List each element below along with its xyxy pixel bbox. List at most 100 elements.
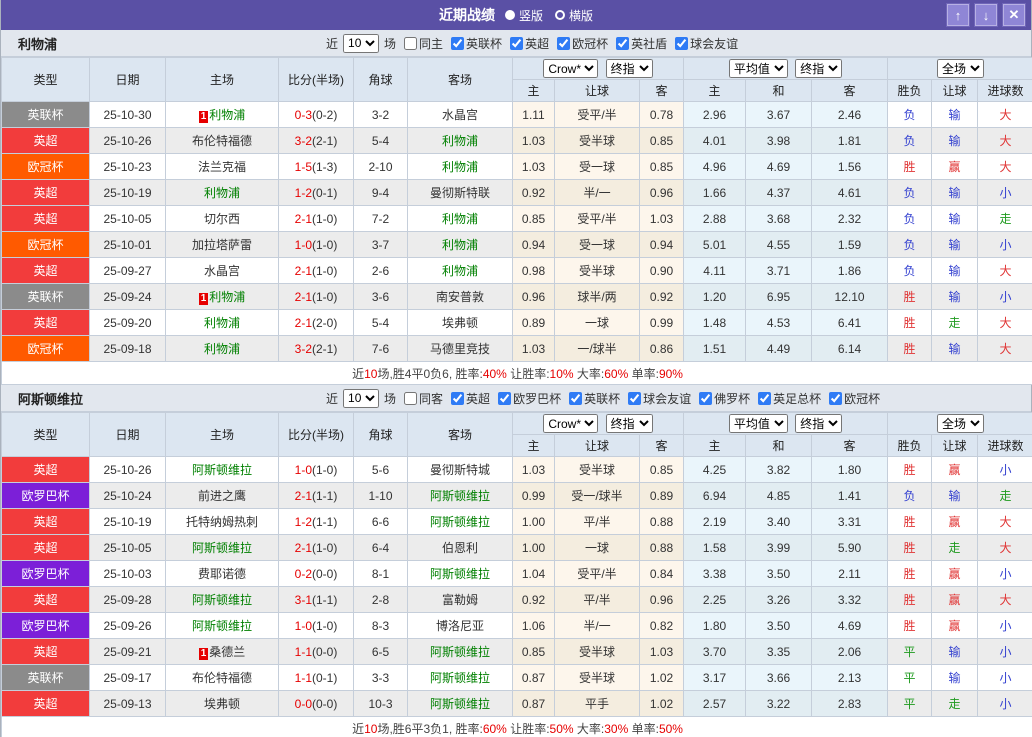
col-header-corner: 角球 <box>353 412 408 457</box>
match-row: 英超 25-10-05 阿斯顿维拉 2-1(1-0) 6-4 伯恩利 1.00 一球 0.88 1… <box>1 534 1032 561</box>
goals-result: 小 <box>977 664 1032 691</box>
corner-score: 7-6 <box>353 335 408 362</box>
move-up-button[interactable]: ↑ <box>946 3 970 27</box>
league-filter-checkbox[interactable]: 英联杯 <box>446 35 502 52</box>
col-header-score: 比分(半场) <box>278 57 354 102</box>
radio-selected-icon <box>504 10 515 20</box>
league-filter-checkbox[interactable]: 球会友谊 <box>670 35 738 52</box>
corner-score: 3-3 <box>353 664 408 691</box>
match-row: 英联杯 25-09-17 布伦特福德 1-1(0-1) 3-3 阿斯顿维拉 0.87 受半球 1… <box>1 664 1032 691</box>
home-team: 前进之鹰 <box>165 482 279 509</box>
match-row: 英超 25-10-26 布伦特福德 3-2(2-1) 5-4 利物浦 1.03 受半球 0.85… <box>1 127 1032 154</box>
match-date: 25-09-20 <box>89 309 166 336</box>
scope-select[interactable]: 全场 <box>937 59 985 78</box>
crow-away-odds: 0.88 <box>638 534 685 561</box>
avg-draw-odds: 3.50 <box>745 560 813 587</box>
crow-handicap: 受一球 <box>554 153 640 180</box>
crow-away-odds: 1.02 <box>638 690 685 717</box>
home-team: 法兰克福 <box>165 153 279 180</box>
avg-away-odds: 1.86 <box>811 257 889 284</box>
home-team: 加拉塔萨雷 <box>165 231 279 258</box>
avg-draw-odds: 3.26 <box>745 586 813 613</box>
home-team: 1 利物浦 <box>165 101 279 128</box>
final-odds-select-2[interactable]: 终指 <box>795 414 843 433</box>
league-filter-checkbox[interactable]: 欧冠杯 <box>552 35 608 52</box>
games-count-select[interactable]: 10 <box>343 388 380 408</box>
avg-home-odds: 2.88 <box>683 205 747 232</box>
win-loss-result: 负 <box>887 101 933 128</box>
avg-draw-odds: 3.68 <box>745 205 813 232</box>
final-odds-select[interactable]: 终指 <box>605 59 653 78</box>
league-filter-checkbox[interactable]: 欧罗巴杯 <box>493 390 561 407</box>
match-row: 英超 25-09-28 阿斯顿维拉 3-1(1-1) 2-8 富勒姆 0.92 平/半 0.96… <box>1 586 1032 613</box>
final-odds-select[interactable]: 终指 <box>605 414 653 433</box>
league-badge: 英超 <box>1 690 90 717</box>
crow-home-odds: 0.87 <box>512 664 555 691</box>
crow-home-odds: 0.89 <box>512 309 555 336</box>
avg-home-odds: 1.48 <box>683 309 747 336</box>
away-team: 富勒姆 <box>407 586 513 613</box>
bookmaker-select[interactable]: Crow* <box>543 59 599 78</box>
home-team: 托特纳姆热刺 <box>165 508 279 535</box>
radio-vertical-layout[interactable]: 竖版 <box>504 7 543 24</box>
avg-draw-odds: 4.85 <box>745 482 813 509</box>
win-loss-result: 胜 <box>887 508 933 535</box>
win-loss-result: 平 <box>887 638 933 665</box>
same-venue-checkbox-label[interactable]: 同主 <box>399 35 443 52</box>
win-loss-result: 负 <box>887 205 933 232</box>
average-select[interactable]: 平均值 <box>728 414 788 433</box>
crow-handicap: 半/一 <box>554 612 640 639</box>
summary-text: 近10场,胜6平3负1, 胜率:60% 让胜率:50% 大率:30% 单率:50… <box>0 716 1032 737</box>
crow-handicap: 一球 <box>554 309 640 336</box>
radio-vertical-label: 竖版 <box>518 8 543 23</box>
league-filter-checkbox[interactable]: 英社盾 <box>611 35 667 52</box>
final-odds-select-2[interactable]: 终指 <box>795 59 843 78</box>
recent-results-panel: 近期战绩 竖版 横版 ↑ ↓ ✕ 利物浦 近 10 场 同主 英联杯 英超 欧冠… <box>0 0 1032 737</box>
avg-away-odds: 2.11 <box>811 560 889 587</box>
league-filter-checkbox[interactable]: 佛罗杯 <box>694 390 750 407</box>
league-filter-checkbox[interactable]: 英超 <box>446 390 490 407</box>
full-half-score: 2-1(1-1) <box>278 482 354 509</box>
col-header-away: 客场 <box>407 412 513 457</box>
league-badge: 欧罗巴杯 <box>1 612 90 639</box>
match-row: 英超 25-09-21 1 桑德兰 1-1(0-0) 6-5 阿斯顿维拉 0.85 受半球 1.0… <box>1 638 1032 665</box>
bookmaker-select[interactable]: Crow* <box>543 414 599 433</box>
close-button[interactable]: ✕ <box>1002 3 1026 27</box>
match-date: 25-10-19 <box>89 179 166 206</box>
league-filter-checkbox[interactable]: 球会友谊 <box>623 390 691 407</box>
crow-handicap: 受平/半 <box>554 205 640 232</box>
handicap-result: 输 <box>931 482 979 509</box>
league-filter-checkbox[interactable]: 英超 <box>505 35 549 52</box>
goals-result: 大 <box>977 153 1032 180</box>
league-filter-checkbox[interactable]: 英足总杯 <box>753 390 821 407</box>
same-venue-checkbox[interactable] <box>404 391 418 405</box>
corner-score: 8-1 <box>353 560 408 587</box>
crow-home-odds: 1.03 <box>512 335 555 362</box>
average-select[interactable]: 平均值 <box>728 59 788 78</box>
avg-home-odds: 4.25 <box>683 456 747 483</box>
avg-home-odds: 1.66 <box>683 179 747 206</box>
full-half-score: 2-1(1-0) <box>278 257 354 284</box>
crow-away-odds: 0.94 <box>638 231 685 258</box>
crow-home-odds: 1.04 <box>512 560 555 587</box>
full-half-score: 1-5(1-3) <box>278 153 354 180</box>
league-filter-checkbox[interactable]: 英联杯 <box>564 390 620 407</box>
sub-header-avg-away: 客 <box>811 79 889 102</box>
league-badge: 欧冠杯 <box>1 153 90 180</box>
goals-result: 大 <box>977 101 1032 128</box>
games-count-select[interactable]: 10 <box>343 33 380 53</box>
avg-away-odds: 6.14 <box>811 335 889 362</box>
move-down-button[interactable]: ↓ <box>974 3 998 27</box>
crow-away-odds: 0.88 <box>638 508 685 535</box>
league-badge: 英超 <box>1 534 90 561</box>
radio-horizontal-layout[interactable]: 横版 <box>555 7 593 24</box>
crow-away-odds: 0.85 <box>638 127 685 154</box>
away-team: 伯恩利 <box>407 534 513 561</box>
same-venue-checkbox[interactable] <box>404 36 418 50</box>
same-venue-checkbox-label[interactable]: 同客 <box>399 390 443 407</box>
league-filter-checkbox[interactable]: 欧冠杯 <box>824 390 880 407</box>
handicap-result: 赢 <box>931 612 979 639</box>
scope-select[interactable]: 全场 <box>937 414 985 433</box>
avg-draw-odds: 3.82 <box>745 456 813 483</box>
home-team: 利物浦 <box>165 179 279 206</box>
